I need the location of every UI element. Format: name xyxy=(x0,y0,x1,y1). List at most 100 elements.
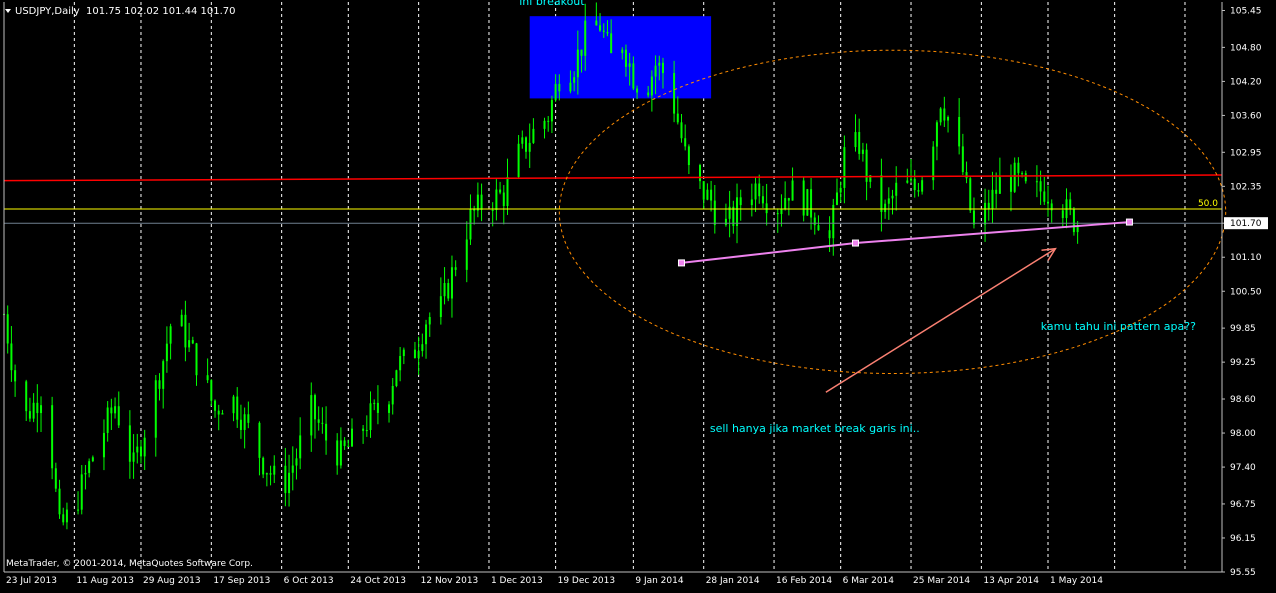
candle-body xyxy=(54,468,57,489)
candle-body xyxy=(114,406,117,414)
candle-body xyxy=(469,208,472,240)
x-tick-label: 19 Dec 2013 xyxy=(558,576,616,586)
y-tick-label: 101.10 xyxy=(1230,253,1262,263)
x-tick-label: 9 Jan 2014 xyxy=(635,576,683,586)
candle-body xyxy=(491,209,494,211)
candle-body xyxy=(702,181,705,200)
candle-body xyxy=(610,33,613,54)
trendline-handle xyxy=(851,239,859,247)
candle-body xyxy=(910,178,913,181)
candle-body xyxy=(998,177,1001,194)
x-tick-label: 1 Dec 2013 xyxy=(491,576,543,586)
candle-body xyxy=(443,283,446,297)
candle-body xyxy=(584,20,587,56)
candle-body xyxy=(214,400,217,411)
candle-body xyxy=(636,88,639,93)
candle-body xyxy=(673,73,676,114)
candle-body xyxy=(365,430,368,432)
candle-body xyxy=(861,149,864,154)
candle-body xyxy=(284,465,287,494)
x-tick-label: 12 Nov 2013 xyxy=(421,576,479,586)
candle-body xyxy=(32,402,35,419)
candle-body xyxy=(10,343,13,371)
candle-body xyxy=(317,419,320,423)
y-tick-label: 104.80 xyxy=(1230,43,1262,53)
candle-body xyxy=(835,192,838,205)
candle-body xyxy=(525,137,527,152)
candle-body xyxy=(169,326,172,344)
candle-body xyxy=(650,76,653,96)
annotation-text: ini breakout xyxy=(519,0,585,8)
candle-body xyxy=(913,178,916,191)
x-tick-label: 28 Jan 2014 xyxy=(706,576,760,586)
candle-body xyxy=(554,83,557,101)
candle-body xyxy=(221,413,224,415)
candle-body xyxy=(299,435,302,459)
candle-body xyxy=(995,189,998,194)
candle-body xyxy=(1013,162,1016,192)
candle-body xyxy=(191,340,194,344)
candle-body xyxy=(699,165,701,182)
candle-body xyxy=(884,203,887,212)
x-tick-label: 11 Aug 2013 xyxy=(76,576,134,586)
candle-body xyxy=(454,267,457,270)
candle-body xyxy=(935,122,938,147)
candle-body xyxy=(476,194,479,211)
candle-body xyxy=(413,349,416,359)
candle-body xyxy=(51,405,54,469)
candle-body xyxy=(624,49,627,67)
candle-body xyxy=(880,175,883,212)
y-tick-label: 98.60 xyxy=(1230,395,1256,405)
x-tick-label: 6 Oct 2013 xyxy=(284,576,334,586)
candle-body xyxy=(239,419,242,430)
candle-body xyxy=(895,182,898,196)
trendline-handle xyxy=(1125,218,1133,226)
candle-body xyxy=(243,414,246,430)
candle-body xyxy=(343,440,346,446)
candle-body xyxy=(791,180,794,201)
candle-body xyxy=(80,474,83,510)
candle-body xyxy=(136,446,139,453)
candle-body xyxy=(843,147,846,188)
candle-body xyxy=(943,108,946,121)
chart-window[interactable]: 50.0 ini breakout kamu tahu ini pattern a… xyxy=(0,0,1276,589)
candle-body xyxy=(1076,226,1079,233)
candle-body xyxy=(939,108,942,123)
candle-body xyxy=(295,458,298,466)
y-tick-label: 105.45 xyxy=(1230,7,1262,17)
candle-body xyxy=(195,343,198,376)
candle-body xyxy=(632,63,635,89)
candle-body xyxy=(310,395,313,436)
y-tick-label: 102.35 xyxy=(1230,182,1262,192)
candle-body xyxy=(373,402,376,404)
candle-body xyxy=(854,132,857,148)
symbol-label: USDJPY,Daily xyxy=(15,6,80,17)
candle-body xyxy=(858,132,861,154)
candle-body xyxy=(417,351,420,359)
candle-body xyxy=(828,230,831,239)
y-tick-label: 98.00 xyxy=(1230,429,1256,439)
candle-body xyxy=(465,239,468,270)
x-tick-label: 16 Feb 2014 xyxy=(776,576,832,586)
y-tick-label: 103.60 xyxy=(1230,111,1262,121)
y-tick-label: 100.50 xyxy=(1230,287,1262,297)
candle-body xyxy=(369,403,372,431)
candle-body xyxy=(6,314,9,344)
candle-body xyxy=(765,203,768,214)
candle-body xyxy=(132,452,135,462)
candle-body xyxy=(580,49,583,56)
candle-body xyxy=(62,514,65,523)
candle-body xyxy=(987,202,990,210)
candle-body xyxy=(376,402,379,413)
candle-body xyxy=(439,296,442,318)
candle-body xyxy=(210,380,213,401)
candle-body xyxy=(680,122,683,139)
candle-body xyxy=(273,465,276,475)
candle-body xyxy=(28,411,31,419)
candle-body xyxy=(547,120,550,122)
price-chart[interactable]: 50.0 ini breakout kamu tahu ini pattern a… xyxy=(0,0,1276,589)
candle-body xyxy=(687,146,690,166)
x-tick-label: 17 Sep 2013 xyxy=(213,576,270,586)
candle-body xyxy=(965,172,968,179)
candle-body xyxy=(802,180,805,216)
